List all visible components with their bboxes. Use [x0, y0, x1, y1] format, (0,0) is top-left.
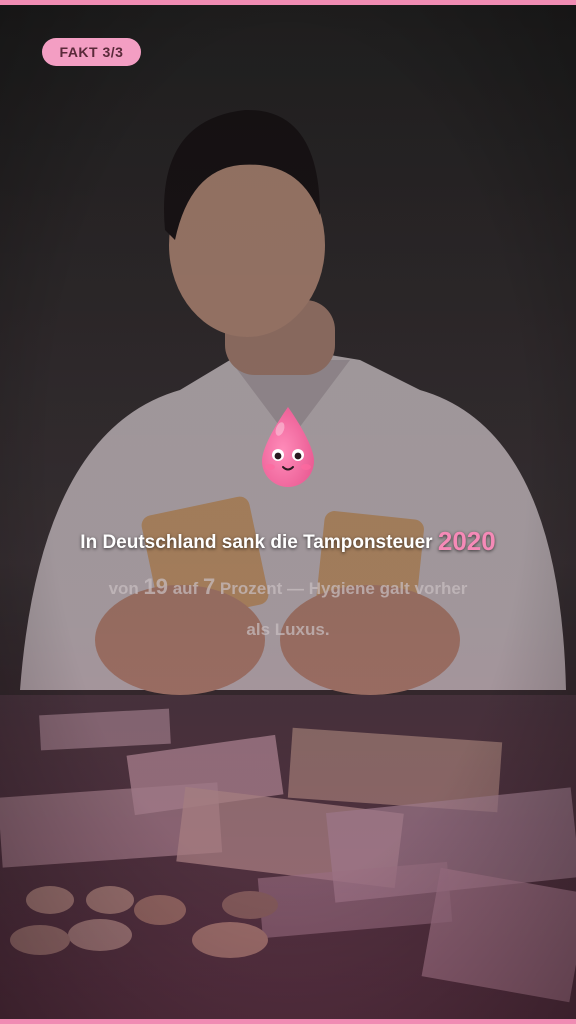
- blood-drop-mascot-icon: [262, 407, 314, 487]
- fact-headline: In Deutschland sank die Tamponsteuer 202…: [0, 526, 576, 557]
- detail-part2: auf: [168, 579, 203, 598]
- fact-counter-badge: FAKT 3/3: [42, 38, 141, 66]
- detail-line2: als Luxus.: [246, 620, 330, 639]
- headline-text: In Deutschland sank die Tamponsteuer: [80, 532, 433, 553]
- background-photo: [0, 0, 576, 1024]
- progress-bar-bottom: [0, 1019, 576, 1024]
- detail-part1: von: [108, 579, 144, 598]
- progress-bar-top: [0, 0, 576, 5]
- story-screen: FAKT 3/3 In Deutschland sank die Tampons…: [0, 0, 576, 1024]
- detail-number-to: 7: [202, 574, 216, 599]
- headline-year: 2020: [437, 526, 496, 556]
- detail-part3: Prozent — Hygiene galt vorher: [215, 579, 468, 598]
- detail-number-from: 19: [143, 574, 168, 599]
- fact-counter-label: FAKT 3/3: [59, 44, 124, 60]
- fact-detail: von 19 auf 7 Prozent — Hygiene galt vorh…: [38, 566, 538, 650]
